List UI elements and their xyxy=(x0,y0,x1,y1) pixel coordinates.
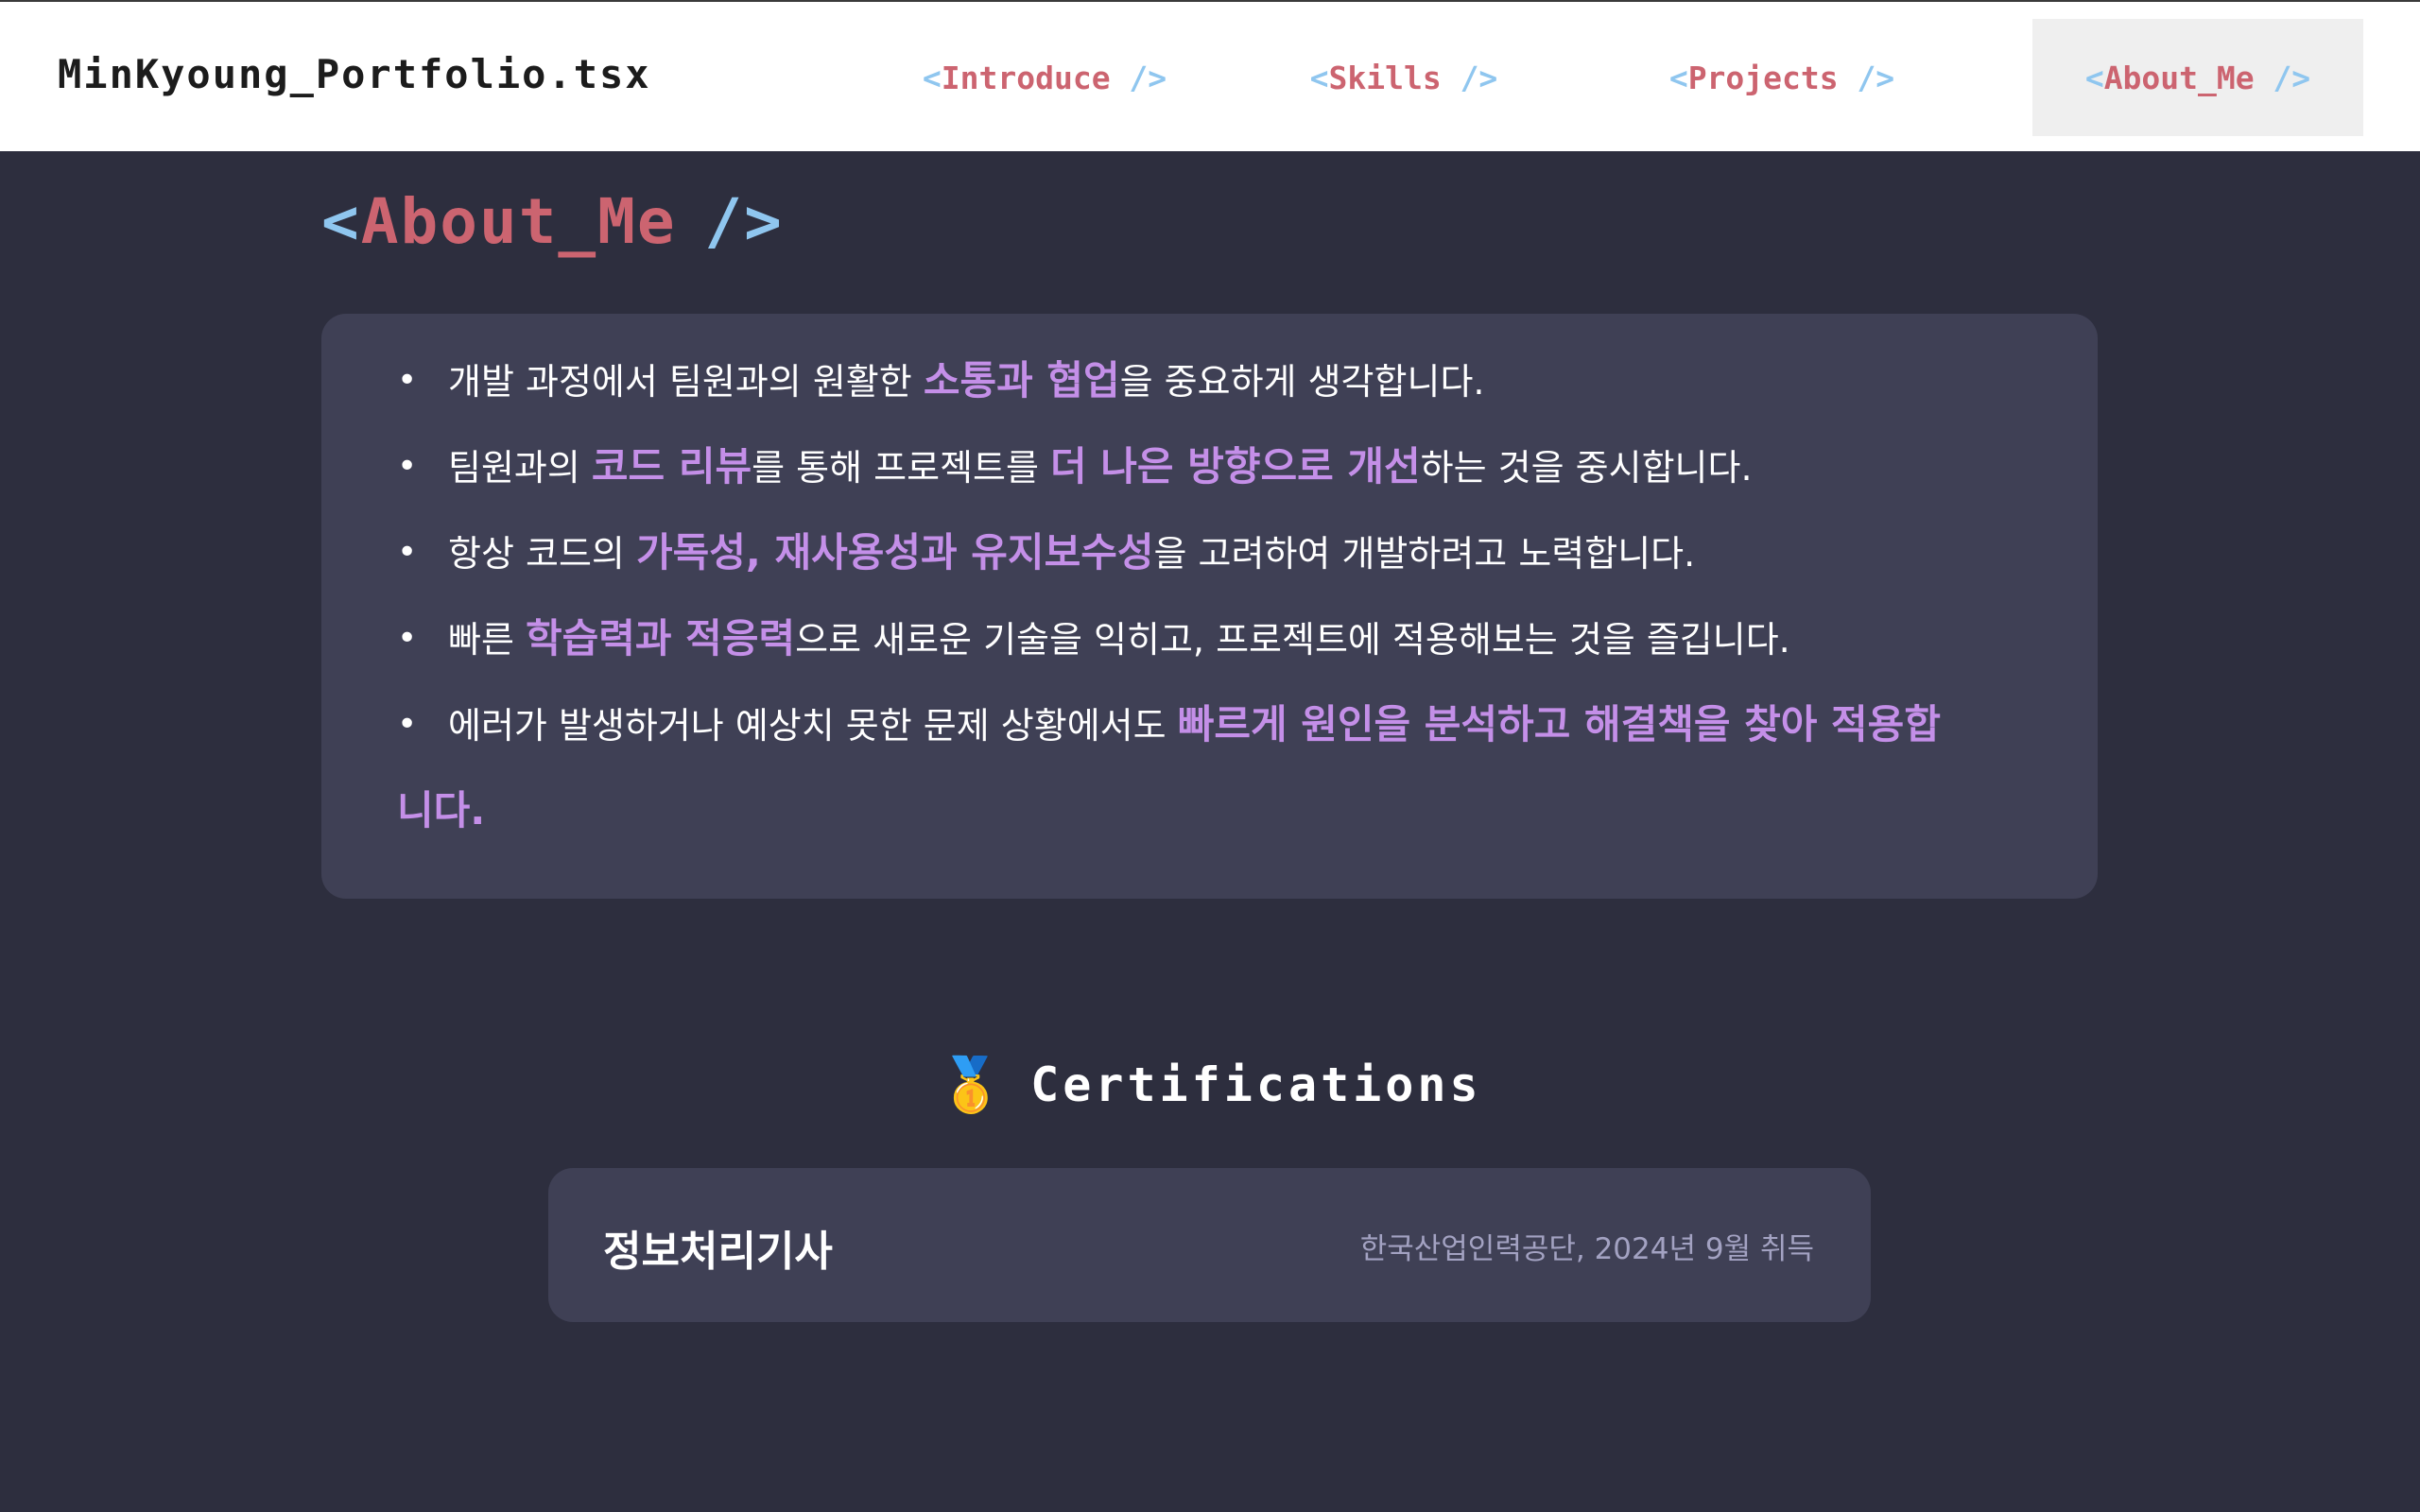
certifications-title: Certifications xyxy=(1030,1057,1482,1112)
nav-close-bracket: /> xyxy=(2273,59,2311,96)
nav-about-me[interactable]: < About_Me /> xyxy=(2032,19,2363,136)
about-highlight: 소통과 협업 xyxy=(923,357,1120,404)
title-name: About_Me xyxy=(360,185,677,258)
nav-skills[interactable]: < Skills /> xyxy=(1276,19,1531,136)
top-navbar: MinKyoung_Portfolio.tsx < Introduce/> < Sk… xyxy=(0,0,2420,151)
about-highlight: 코드 리뷰 xyxy=(591,443,752,490)
about-highlight: 빠르게 원인을 분석하고 해결책을 찾아 적용합 xyxy=(1177,701,1941,747)
about-item: • 개발 과정에서 팀원과의 원활한 소통과 협업을 중요하게 생각합니다. xyxy=(397,338,2061,424)
about-item: • 항상 코드의 가독성, 재사용성과 유지보수성을 고려하여 개발하려고 노력… xyxy=(397,510,2061,596)
nav-close-bracket: /> xyxy=(1857,59,1895,96)
about-text: 개발 과정에서 팀원과의 원활한 xyxy=(448,361,924,403)
about-text: 에러가 발생하거나 예상치 못한 문제 상황에서도 xyxy=(448,705,1178,747)
nav-close-bracket: /> xyxy=(1129,59,1167,96)
certifications-heading: 🥇 Certifications xyxy=(0,1054,2420,1116)
about-highlight: 학습력과 적응력 xyxy=(526,615,796,662)
certification-card: 정보처리기사 한국산업인력공단, 2024년 9월 취득 xyxy=(548,1168,1871,1322)
about-item: • 빠른 학습력과 적응력으로 새로운 기술을 익히고, 프로젝트에 적용해보는… xyxy=(397,596,2061,682)
nav-label: Introduce xyxy=(941,59,1111,96)
about-text: 으로 새로운 기술을 익히고, 프로젝트에 적용해보는 것을 즐깁니다. xyxy=(795,619,1790,661)
brand-title[interactable]: MinKyoung_Portfolio.tsx xyxy=(58,51,651,97)
nav-open-bracket: < xyxy=(922,59,942,96)
about-text: 빠른 xyxy=(448,619,526,661)
nav-open-bracket: < xyxy=(2084,59,2104,96)
nav-projects[interactable]: < Projects /> xyxy=(1640,19,1924,136)
about-text: 을 중요하게 생각합니다. xyxy=(1119,361,1485,403)
nav-open-bracket: < xyxy=(1309,59,1329,96)
about-text: 을 고려하여 개발하려고 노력합니다. xyxy=(1153,533,1696,575)
section-title: <About_Me /> xyxy=(321,185,784,258)
about-highlight: 니다. xyxy=(397,787,486,833)
about-list: • 개발 과정에서 팀원과의 원활한 소통과 협업을 중요하게 생각합니다. •… xyxy=(397,338,2061,854)
nav-label: Projects xyxy=(1687,59,1839,96)
nav-close-bracket: /> xyxy=(1460,59,1498,96)
nav-introduce[interactable]: < Introduce /> xyxy=(879,19,1210,136)
certification-name: 정보처리기사 xyxy=(603,1228,833,1276)
about-highlight: 더 나은 방향으로 개선 xyxy=(1050,443,1421,490)
about-item: • 에러가 발생하거나 예상치 못한 문제 상황에서도 빠르게 원인을 분석하고… xyxy=(397,682,2061,854)
about-text: 항상 코드의 xyxy=(448,533,636,575)
about-card: • 개발 과정에서 팀원과의 원활한 소통과 협업을 중요하게 생각합니다. •… xyxy=(321,314,2098,899)
nav-open-bracket: < xyxy=(1668,59,1688,96)
bullet-dot: • xyxy=(397,533,418,572)
nav-label: About_Me xyxy=(2103,59,2255,96)
bullet-dot: • xyxy=(397,447,418,486)
bullet-dot: • xyxy=(397,705,418,744)
title-open-bracket: < xyxy=(321,185,361,258)
about-item: • 팀원과의 코드 리뷰를 통해 프로젝트를 더 나은 방향으로 개선하는 것을… xyxy=(397,424,2061,510)
certification-meta: 한국산업인력공단, 2024년 9월 취득 xyxy=(1359,1232,1814,1266)
nav-label: Skills xyxy=(1328,59,1442,96)
about-text: 를 통해 프로젝트를 xyxy=(752,447,1051,489)
about-text: 팀원과의 xyxy=(448,447,592,489)
about-text: 하는 것을 중시합니다. xyxy=(1420,447,1753,489)
bullet-dot: • xyxy=(397,619,418,658)
title-close-bracket: /> xyxy=(704,185,784,258)
bullet-dot: • xyxy=(397,361,418,400)
medal-icon: 🥇 xyxy=(938,1055,1005,1116)
about-highlight: 가독성, 재사용성과 유지보수성 xyxy=(635,529,1154,576)
